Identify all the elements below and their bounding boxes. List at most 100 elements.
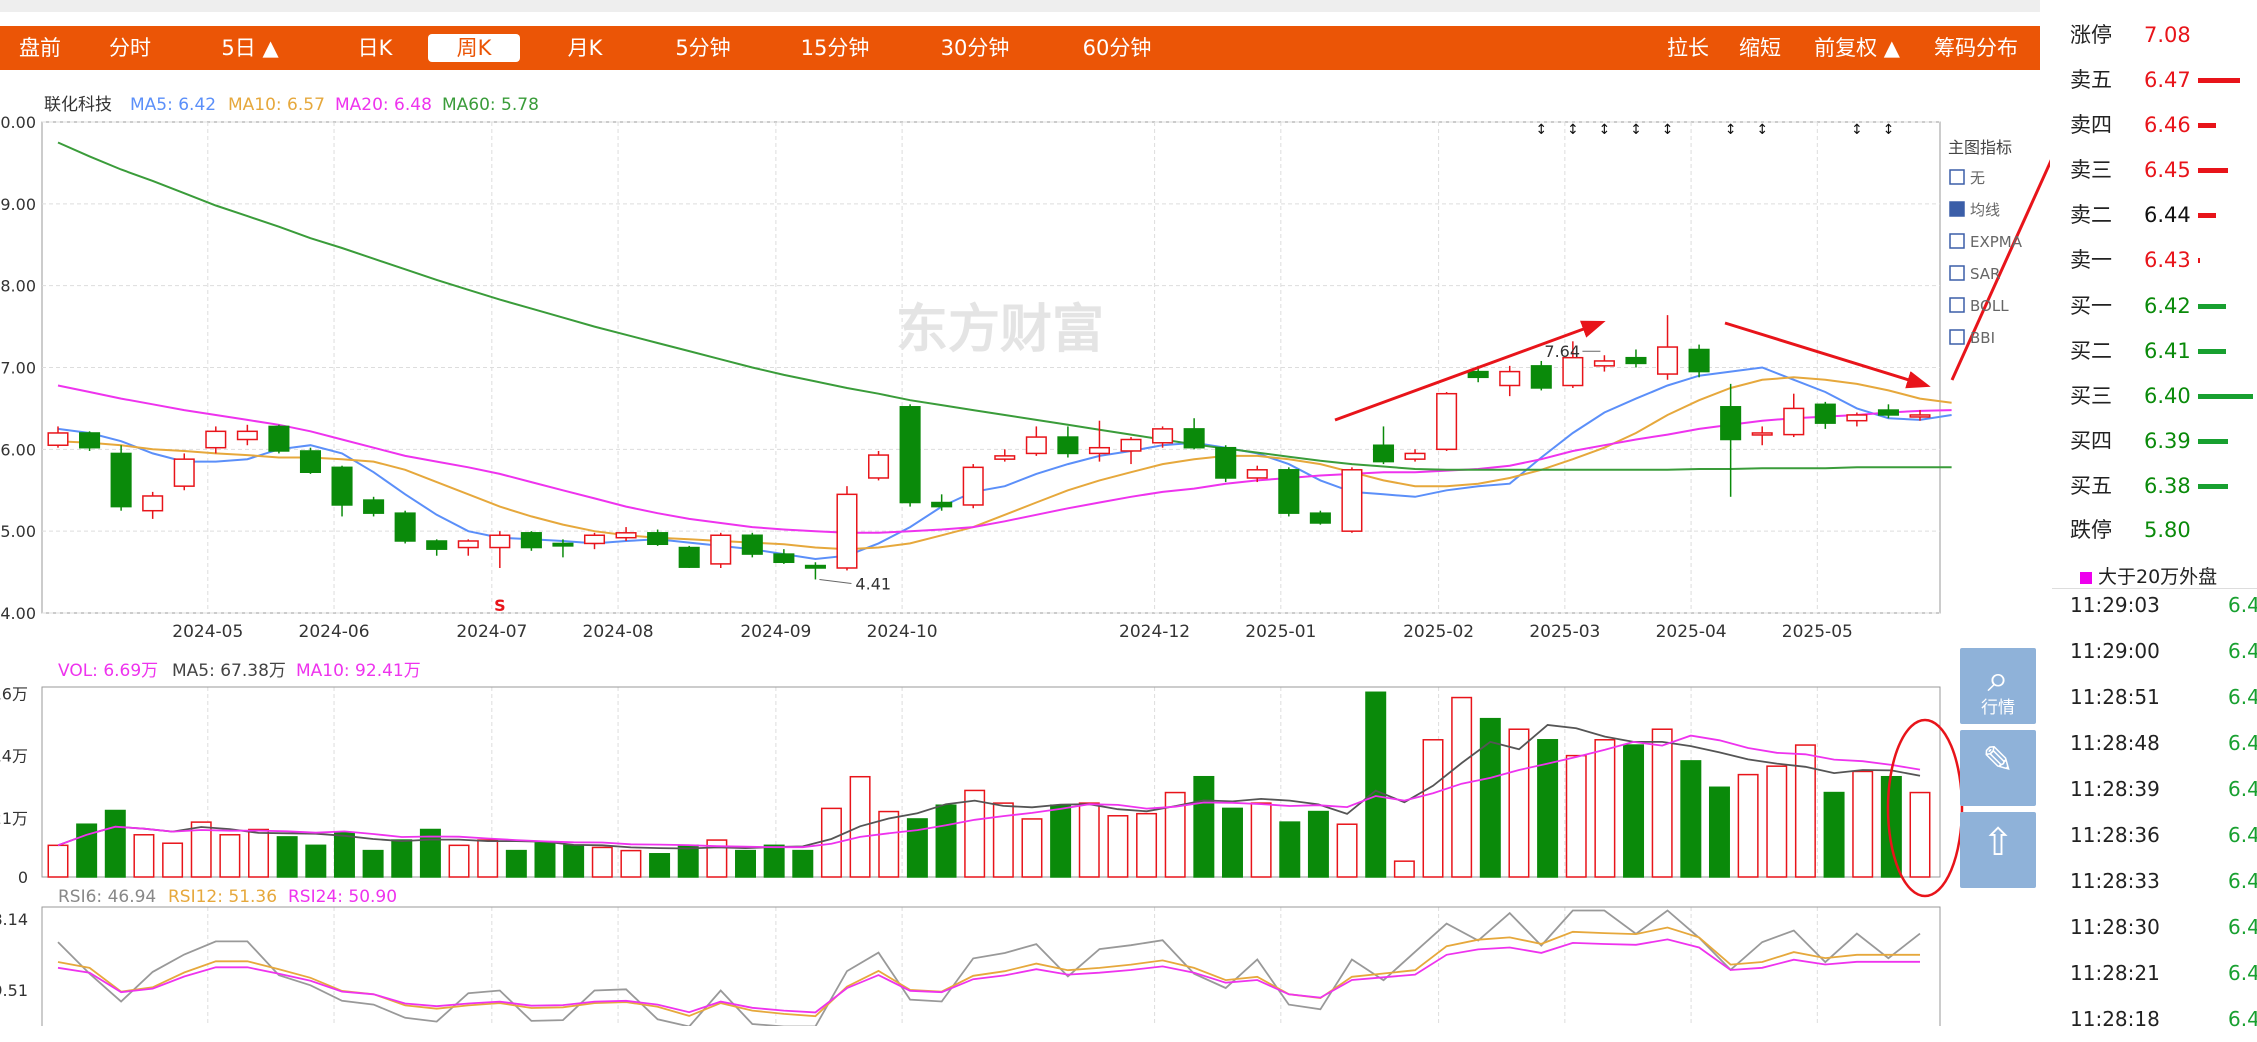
volume-bar	[878, 810, 900, 878]
candle-body	[299, 450, 322, 473]
event-marker: ↕	[1662, 122, 1674, 138]
volume-bar	[1880, 775, 1902, 878]
event-marker: ↕	[1851, 122, 1863, 138]
volume-bar	[677, 844, 699, 878]
candle	[299, 447, 322, 474]
right-tab-3[interactable]: 筹码分布	[1930, 30, 2022, 66]
ob-price: 6.42	[2144, 294, 2191, 318]
trade-tick-row: 11:28:33 6.4	[2070, 858, 2257, 904]
date-tick-label: 2025-04	[1656, 622, 1727, 642]
top-strip	[0, 0, 2040, 12]
side-button-1[interactable]: ✎	[1960, 730, 2036, 806]
limit-down-row: 跌停 5.80	[2070, 508, 2255, 552]
trade-tick-row: 11:28:18 6.4	[2070, 996, 2257, 1042]
candle-body	[931, 501, 953, 508]
indicator-checkbox	[1949, 169, 1965, 185]
buy-row-3: 买四 6.39	[2070, 419, 2255, 463]
tick-time: 11:28:36	[2070, 823, 2160, 847]
tab-6[interactable]: 5分钟	[668, 30, 738, 66]
candle-body	[236, 430, 258, 441]
volume-bar	[276, 836, 298, 878]
volume-bar	[1623, 744, 1645, 878]
ob-label: 买一	[2070, 294, 2112, 318]
volume-bar	[534, 842, 556, 878]
candle	[962, 464, 984, 509]
sell-row-3: 卖二 6.44	[2070, 193, 2255, 237]
candle	[268, 424, 290, 454]
ma-line-ma5	[57, 366, 1952, 561]
rsi-line-rsi12	[57, 926, 1920, 1018]
side-button-2[interactable]: ⇧	[1960, 812, 2036, 888]
indicator-checkbox	[1949, 297, 1965, 313]
limit-up-row: 涨停 7.08	[2070, 13, 2255, 57]
event-marker: ↕	[1567, 122, 1579, 138]
rsi-tick-top: 8.14	[0, 910, 28, 929]
volume-bar	[992, 802, 1014, 878]
tick-time: 11:28:51	[2070, 685, 2160, 709]
date-tick-label: 2024-06	[299, 622, 370, 642]
tick-time: 11:28:21	[2070, 961, 2160, 985]
right-tab-0[interactable]: 拉长	[1658, 30, 1718, 66]
volume-bar	[1823, 791, 1845, 878]
candle	[1688, 344, 1710, 378]
tab-4[interactable]: 周K	[428, 34, 520, 62]
main-legend-item-4: MA60: 5.78	[442, 95, 539, 115]
tab-2[interactable]: 5日 ▲	[215, 30, 285, 66]
candle-body	[489, 534, 511, 549]
right-tab-2[interactable]: 前复权 ▲	[1812, 30, 1902, 66]
tab-7[interactable]: 15分钟	[800, 30, 870, 66]
candle	[110, 445, 132, 511]
candle	[1625, 349, 1647, 368]
tab-0[interactable]: 盘前	[10, 30, 70, 66]
candle-body	[1499, 370, 1521, 387]
volume-bar	[1737, 773, 1759, 878]
price-tick-label: 7.00	[0, 359, 36, 378]
candle	[741, 532, 763, 558]
candle	[1593, 355, 1615, 372]
vol-legend-ma10: MA10: 92.41万	[296, 661, 421, 681]
tick-price: 6.4	[2228, 869, 2257, 893]
tick-price: 6.4	[2228, 1007, 2257, 1031]
sell-row-4: 卖一 6.43	[2070, 238, 2255, 282]
main-legend-item-3: MA20: 6.48	[335, 95, 432, 115]
vol-tick-label: 121万	[0, 809, 28, 828]
event-marker: ↕	[1883, 122, 1895, 138]
tab-9[interactable]: 60分钟	[1082, 30, 1152, 66]
candle-body	[1215, 446, 1237, 479]
kline-chart-area[interactable]: 10.00 9.00 8.00 7.00 6.00 5.00 4.00 2024-05 2024…	[0, 72, 2085, 1031]
candle-body	[79, 432, 101, 449]
buy-row-1: 买二 6.41	[2070, 329, 2255, 373]
date-tick-label: 2024-10	[867, 622, 938, 642]
candle-body	[615, 532, 637, 539]
candle-body	[363, 499, 385, 514]
candle	[489, 531, 511, 568]
candle-body	[1152, 428, 1174, 444]
side-button-label: 行情	[1981, 698, 2015, 718]
volume-bar	[47, 844, 69, 878]
trade-tick-row: 11:29:03 6.4	[2070, 582, 2257, 628]
trade-tick-row: 11:29:00 6.4	[2070, 628, 2257, 674]
candle-body	[1025, 436, 1047, 455]
candle-body	[142, 495, 164, 512]
tab-1[interactable]: 分时	[100, 30, 160, 66]
volume-bar	[1250, 802, 1272, 878]
volume-bar	[1594, 739, 1616, 878]
volume-bar	[1852, 770, 1874, 878]
volume-bar	[505, 849, 527, 878]
indicator-option-label: BOLL	[1970, 297, 2009, 315]
side-button-0[interactable]: ⌕ 行情	[1960, 648, 2036, 724]
tab-3[interactable]: 日K	[345, 30, 405, 66]
ob-price: 6.47	[2144, 68, 2191, 92]
candle	[1404, 449, 1426, 462]
candle-body	[1372, 444, 1395, 463]
right-tab-1[interactable]: 缩短	[1730, 30, 1790, 66]
trade-tick-row: 11:28:21 6.4	[2070, 950, 2257, 996]
buy-row-2: 买三 6.40	[2070, 374, 2255, 418]
ob-volume-bar	[2198, 484, 2228, 489]
ob-volume-bar	[2198, 304, 2226, 309]
candle	[1057, 426, 1079, 458]
tab-5[interactable]: 月K	[555, 30, 615, 66]
tab-8[interactable]: 30分钟	[940, 30, 1010, 66]
volume-bar	[448, 844, 470, 878]
watermark-text: 东方财富	[896, 300, 1104, 360]
